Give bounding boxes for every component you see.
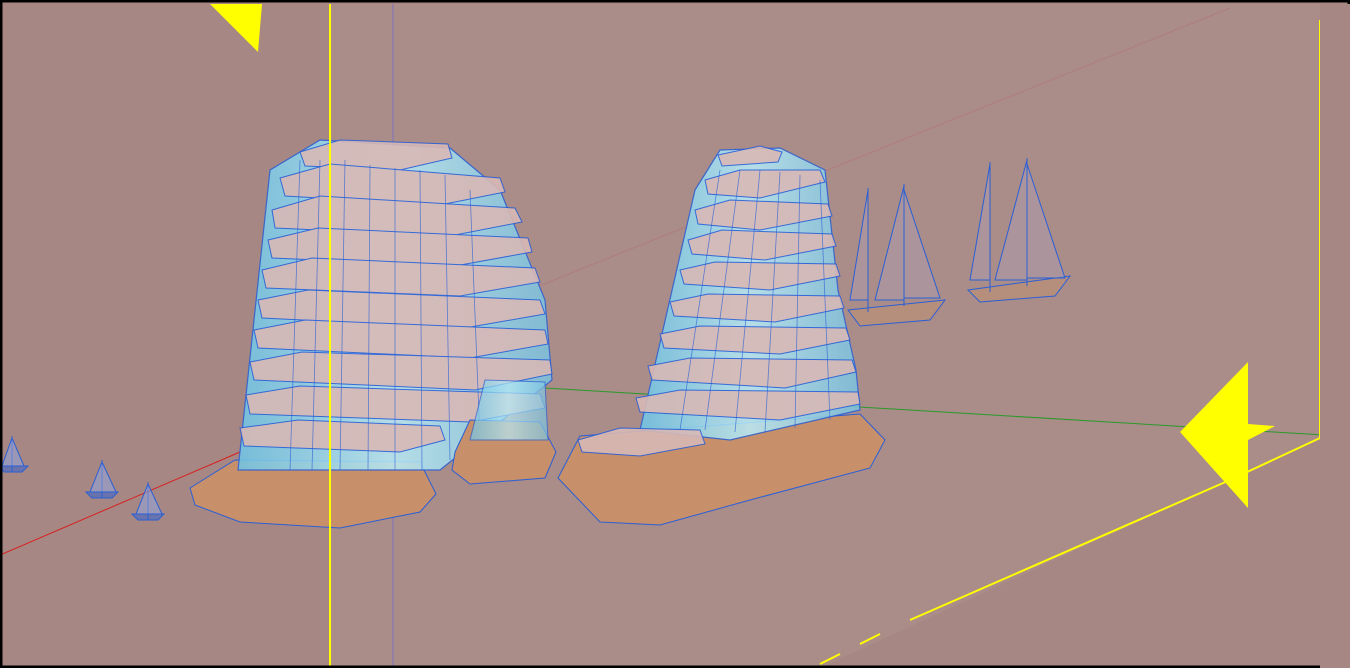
section-plane-right[interactable] xyxy=(1320,4,1350,668)
modeling-viewport[interactable] xyxy=(0,0,1350,668)
scene-canvas[interactable] xyxy=(0,0,1350,668)
